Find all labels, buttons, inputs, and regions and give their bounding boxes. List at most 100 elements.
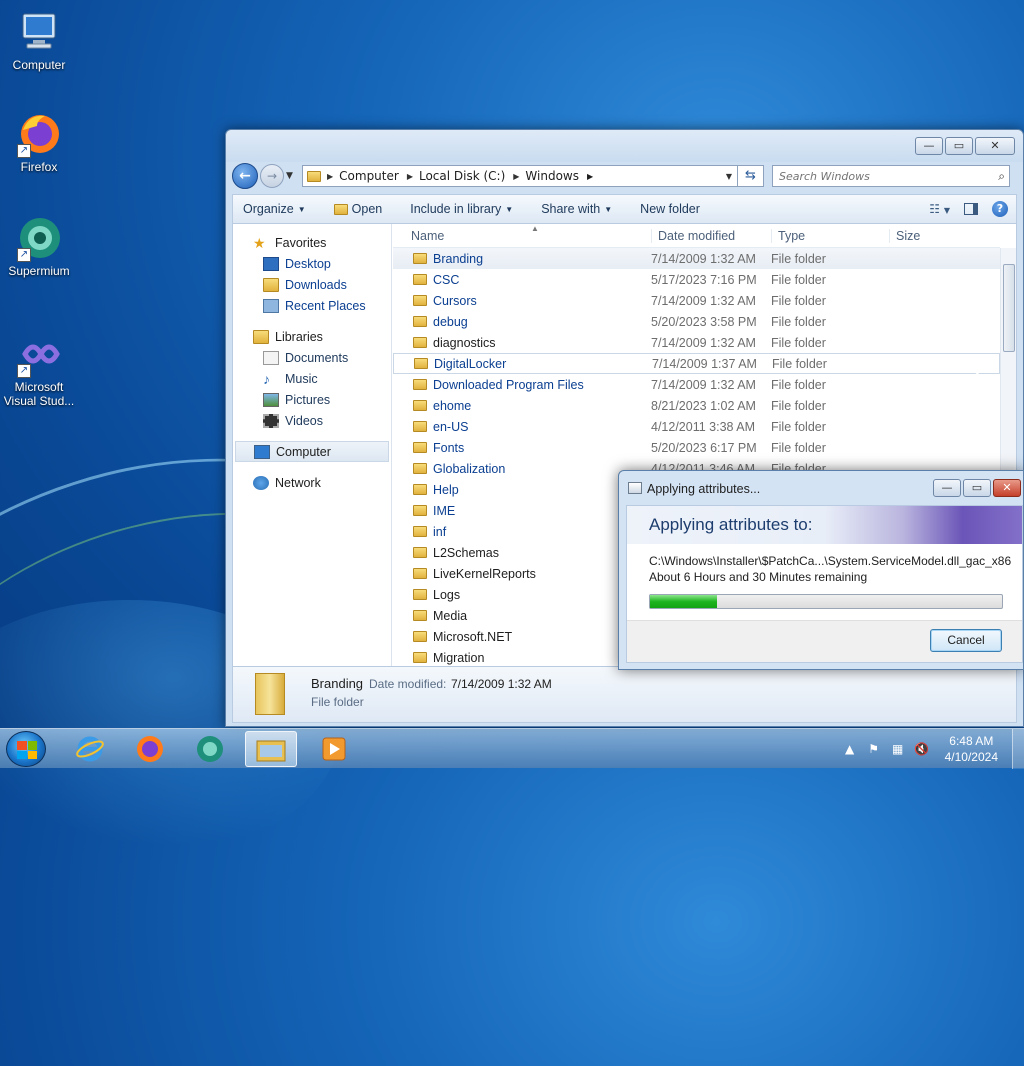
desktop-icon-firefox[interactable]: ↗ Firefox — [0, 110, 78, 174]
recent-places-icon — [263, 298, 279, 313]
search-box[interactable]: ⌕ — [772, 165, 1010, 187]
open-button[interactable]: Open — [333, 202, 382, 216]
desktop-folder-icon — [263, 256, 279, 271]
folder-icon — [413, 442, 427, 453]
nav-music[interactable]: ♪ Music — [233, 368, 391, 389]
dialog-heading: Applying attributes to: — [627, 506, 1022, 544]
nav-label: Documents — [285, 350, 349, 365]
chevron-right-icon[interactable]: ▶ — [327, 172, 333, 181]
breadcrumb-local-disk[interactable]: Local Disk (C:) — [419, 169, 505, 183]
column-name[interactable]: Name — [393, 229, 651, 243]
network-status-icon[interactable]: ▦ — [889, 742, 907, 756]
clock[interactable]: 6:48 AM 4/10/2024 — [945, 733, 998, 765]
folder-icon — [256, 740, 286, 762]
chevron-right-icon[interactable]: ▶ — [407, 172, 413, 181]
organize-button[interactable]: Organize ▼ — [243, 202, 306, 216]
file-row[interactable]: Downloaded Program Files 7/14/2009 1:32 A… — [393, 374, 1000, 395]
folder-icon — [307, 170, 321, 182]
action-center-flag-icon[interactable]: ⚑ — [865, 742, 883, 756]
address-dropdown[interactable]: ▼ — [721, 172, 737, 181]
nav-desktop[interactable]: Desktop — [233, 253, 391, 274]
desktop-icon-supermium[interactable]: ↗ Supermium — [0, 214, 78, 278]
view-options-icon[interactable]: ☷ ▼ — [929, 202, 950, 216]
nav-network[interactable]: Network — [233, 472, 391, 493]
breadcrumb-computer[interactable]: Computer — [339, 169, 399, 183]
scrollbar-thumb[interactable] — [1003, 264, 1015, 352]
file-row[interactable]: diagnostics 7/14/2009 1:32 AM File folder — [393, 332, 1000, 353]
file-row[interactable]: CSC 5/17/2023 7:16 PM File folder — [393, 269, 1000, 290]
nav-recent-places[interactable]: Recent Places — [233, 295, 391, 316]
taskbar-internet-explorer[interactable] — [64, 731, 116, 767]
minimize-button[interactable]: — — [915, 137, 943, 155]
new-folder-button[interactable]: New folder — [640, 202, 700, 216]
nav-computer[interactable]: Computer — [235, 441, 389, 462]
nav-favorites[interactable]: ★ Favorites — [233, 232, 391, 253]
close-button[interactable]: ✕ — [975, 137, 1015, 155]
nav-label: Music — [285, 371, 318, 386]
taskbar-windows-explorer[interactable] — [245, 731, 297, 767]
column-type[interactable]: Type — [771, 228, 889, 243]
nav-videos[interactable]: Videos — [233, 410, 391, 431]
taskbar-media-player[interactable] — [308, 731, 360, 767]
column-date-modified[interactable]: Date modified — [651, 228, 771, 243]
dialog-titlebar[interactable]: Applying attributes... — ▭ ✕ — [619, 471, 1023, 505]
folder-icon — [413, 568, 427, 579]
file-date: 8/21/2023 1:02 AM — [651, 398, 756, 413]
chevron-right-icon[interactable]: ▶ — [587, 172, 593, 181]
file-row[interactable]: Fonts 5/20/2023 6:17 PM File folder — [393, 437, 1000, 458]
include-in-library-button[interactable]: Include in library ▼ — [410, 202, 513, 216]
maximize-button[interactable]: ▭ — [945, 137, 973, 155]
file-type: File folder — [771, 272, 826, 287]
file-name: Globalization — [433, 461, 506, 476]
help-icon[interactable]: ? — [992, 201, 1008, 217]
file-row[interactable]: ehome 8/21/2023 1:02 AM File folder — [393, 395, 1000, 416]
dialog-title: Applying attributes... — [647, 482, 761, 496]
pictures-icon — [263, 392, 279, 407]
file-type: File folder — [771, 398, 826, 413]
show-hidden-icons-icon[interactable]: ▲ — [841, 742, 859, 756]
column-size[interactable]: Size — [889, 228, 969, 243]
file-row[interactable]: debug 5/20/2023 3:58 PM File folder — [393, 311, 1000, 332]
applying-attributes-dialog[interactable]: Applying attributes... — ▭ ✕ Applying at… — [618, 470, 1024, 670]
nav-libraries[interactable]: Libraries — [233, 326, 391, 347]
preview-pane-icon[interactable] — [964, 203, 978, 215]
file-row[interactable]: Branding 7/14/2009 1:32 AM File folder — [393, 248, 1000, 269]
folder-icon — [413, 484, 427, 495]
share-with-button[interactable]: Share with ▼ — [541, 202, 612, 216]
desktop-icon-computer[interactable]: Computer — [0, 8, 78, 72]
folder-icon — [413, 400, 427, 411]
file-date: 7/14/2009 1:32 AM — [651, 251, 756, 266]
refresh-button[interactable]: ⇆ — [738, 165, 764, 187]
desktop-icon-label: Firefox — [20, 160, 58, 174]
star-icon: ★ — [253, 234, 266, 251]
chevron-right-icon[interactable]: ▶ — [513, 172, 519, 181]
file-row[interactable]: DigitalLocker 7/14/2009 1:37 AM File folde… — [393, 353, 1000, 374]
nav-documents[interactable]: Documents — [233, 347, 391, 368]
dialog-minimize-button[interactable]: — — [933, 479, 961, 497]
file-date: 7/14/2009 1:32 AM — [651, 293, 756, 308]
dialog-maximize-button[interactable]: ▭ — [963, 479, 991, 497]
open-folder-icon — [333, 203, 348, 215]
explorer-titlebar[interactable]: — ▭ ✕ — [226, 130, 1023, 162]
taskbar-supermium[interactable] — [184, 731, 236, 767]
breadcrumb-windows[interactable]: Windows — [525, 169, 579, 183]
dialog-close-button[interactable]: ✕ — [993, 479, 1021, 497]
address-bar[interactable]: ▶ Computer ▶ Local Disk (C:) ▶ Windows ▶ ▼ — [302, 165, 738, 187]
show-desktop-button[interactable] — [1012, 729, 1024, 769]
forward-button[interactable]: → — [260, 164, 284, 188]
file-row[interactable]: en-US 4/12/2011 3:38 AM File folder — [393, 416, 1000, 437]
recent-pages-dropdown[interactable]: ▼ — [286, 171, 298, 181]
start-button[interactable] — [6, 731, 46, 767]
file-row[interactable]: Cursors 7/14/2009 1:32 AM File folder — [393, 290, 1000, 311]
nav-pictures[interactable]: Pictures — [233, 389, 391, 410]
file-date: 7/14/2009 1:32 AM — [651, 335, 756, 350]
file-date: 7/14/2009 1:37 AM — [652, 356, 757, 371]
search-input[interactable] — [777, 168, 999, 184]
nav-downloads[interactable]: Downloads — [233, 274, 391, 295]
search-icon[interactable]: ⌕ — [998, 169, 1005, 184]
back-button[interactable]: ← — [232, 163, 258, 189]
desktop-icon-visual-studio[interactable]: ↗ Microsoft Visual Stud... — [0, 330, 78, 408]
cancel-button[interactable]: Cancel — [930, 629, 1002, 652]
taskbar-firefox[interactable] — [124, 731, 176, 767]
volume-muted-icon[interactable]: 🔇 — [913, 742, 931, 756]
